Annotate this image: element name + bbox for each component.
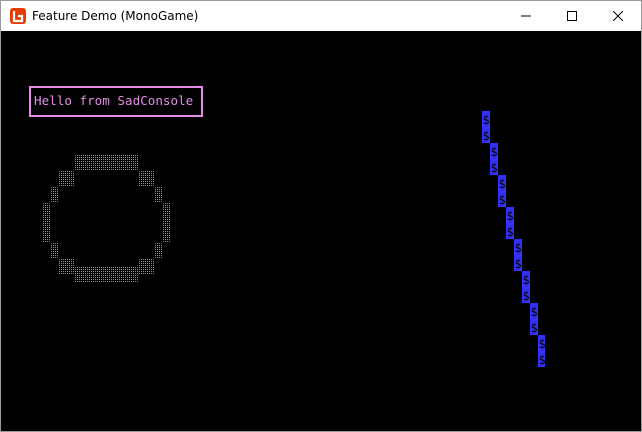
glyph-char: $ [538,353,545,367]
glyph-char: $ [482,113,489,127]
window-title: Feature Demo (MonoGame) [32,9,199,23]
glyph-cell: $$ [490,143,498,175]
ring-segment [154,187,162,203]
glyph-char: $ [490,145,497,159]
close-icon [613,11,623,21]
dithered-circle [42,155,170,283]
glyph-char: $ [538,337,545,351]
ring-segment [50,187,58,203]
glyph-char: $ [482,129,489,143]
glyph-cell: $$ [506,207,514,239]
diagonal-glyph-line: $$$$$$$$$$$$$$$$ [482,111,545,367]
glyph-cell: $$ [498,175,506,207]
glyph-cell: $$ [522,271,530,303]
ring-segment [154,243,162,259]
app-window: Feature Demo (MonoGame) Hello from SadCo… [0,0,642,432]
hello-text: Hello from SadConsole [34,93,194,108]
glyph-char: $ [498,193,505,207]
ring-segment [138,259,154,275]
ring-segment [138,171,154,187]
monogame-logo-icon [10,8,26,24]
ring-segment [58,259,74,275]
close-button[interactable] [595,1,641,31]
glyph-char: $ [514,257,521,271]
ring-segment [42,203,50,243]
ring-segment [74,155,138,171]
glyph-cell: $$ [514,239,522,271]
ring-segment [74,267,138,283]
glyph-char: $ [498,177,505,191]
glyph-char: $ [522,273,529,287]
minimize-icon [521,11,531,21]
ring-segment [162,203,170,243]
glyph-cell: $$ [482,111,490,143]
glyph-char: $ [506,209,513,223]
ring-segment [58,171,74,187]
maximize-icon [567,11,577,21]
glyph-char: $ [506,225,513,239]
maximize-button[interactable] [549,1,595,31]
title-bar[interactable]: Feature Demo (MonoGame) [1,1,641,31]
glyph-char: $ [490,161,497,175]
glyph-char: $ [530,305,537,319]
glyph-cell: $$ [538,335,545,367]
minimize-button[interactable] [503,1,549,31]
glyph-char: $ [530,321,537,335]
ring-segment [50,243,58,259]
glyph-cell: $$ [530,303,538,335]
glyph-char: $ [514,241,521,255]
glyph-char: $ [522,289,529,303]
game-surface[interactable]: Hello from SadConsole $ $ $ $ $ $ $ $ $ $ $ $ $ $ $ $ [1,31,641,431]
